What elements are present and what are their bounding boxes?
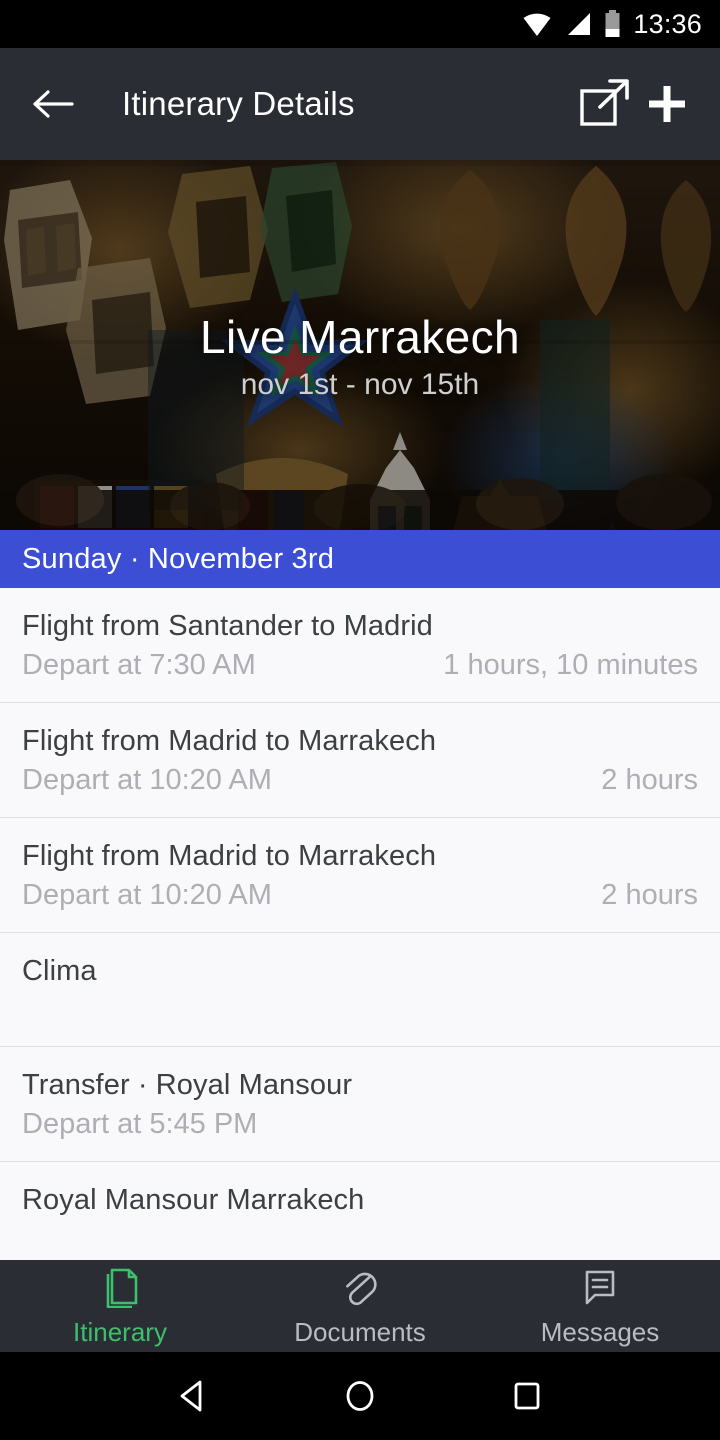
item-title: Clima — [22, 955, 97, 987]
hero-caption: Live Marrakech nov 1st - nov 15th — [0, 160, 720, 530]
tab-messages[interactable]: Messages — [480, 1264, 720, 1348]
system-back-icon[interactable] — [163, 1366, 223, 1426]
page-title: Itinerary Details — [122, 85, 355, 122]
back-button[interactable] — [22, 73, 84, 135]
list-item[interactable]: Flight from Madrid to Marrakech Depart a… — [0, 818, 720, 933]
item-title: Flight from Madrid to Marrakech — [22, 725, 437, 757]
date-section-header: Sunday · November 3rd — [0, 530, 720, 588]
tab-itinerary-label: Itinerary — [73, 1317, 167, 1347]
tab-messages-label: Messages — [540, 1317, 660, 1347]
document-icon — [100, 1264, 140, 1313]
item-meta: Depart at 7:30 AM 1 hours, 10 minutes — [22, 649, 698, 682]
wifi-icon — [522, 11, 552, 37]
chat-bubble-icon — [579, 1264, 621, 1313]
item-title: Flight from Madrid to Marrakech — [22, 840, 437, 872]
bottom-tab-bar: Itinerary Documents Messages — [0, 1260, 720, 1352]
add-button[interactable] — [636, 73, 698, 135]
tab-documents-label: Documents — [294, 1317, 426, 1347]
list-item[interactable]: Transfer · Royal Mansour Depart at 5:45 … — [0, 1047, 720, 1162]
item-title: Flight from Santander to Madrid — [22, 610, 433, 642]
tab-documents[interactable]: Documents — [240, 1264, 480, 1348]
item-duration: 1 hours, 10 minutes — [443, 649, 698, 681]
status-bar: 13:36 — [0, 0, 720, 48]
date-section-label: Sunday · November 3rd — [22, 542, 335, 575]
app-bar: Itinerary Details — [0, 48, 720, 160]
list-item[interactable]: Clima — [0, 933, 720, 1047]
battery-icon — [604, 10, 621, 38]
tab-itinerary[interactable]: Itinerary — [0, 1264, 240, 1348]
system-home-icon[interactable] — [330, 1366, 390, 1426]
app-screen: 13:36 Itinerary Details Live Marrakech n… — [0, 0, 720, 1440]
trip-hero[interactable]: Live Marrakech nov 1st - nov 15th — [0, 160, 720, 530]
list-item[interactable]: Flight from Madrid to Marrakech Depart a… — [0, 703, 720, 818]
itinerary-list: Flight from Santander to Madrid Depart a… — [0, 588, 720, 1237]
item-depart-time: Depart at 10:20 AM — [22, 879, 272, 911]
trip-title: Live Marrakech — [199, 311, 521, 363]
item-title: Transfer · Royal Mansour — [22, 1069, 353, 1101]
system-navigation-bar — [0, 1352, 720, 1440]
item-meta: Depart at 10:20 AM 2 hours — [22, 764, 698, 797]
list-item[interactable]: Flight from Santander to Madrid Depart a… — [0, 588, 720, 703]
status-bar-clock: 13:36 — [633, 8, 702, 39]
item-depart-time: Depart at 5:45 PM — [22, 1108, 258, 1140]
paperclip-icon — [340, 1264, 380, 1313]
item-title: Royal Mansour Marrakech — [22, 1184, 365, 1216]
item-depart-time: Depart at 7:30 AM — [22, 649, 256, 681]
cellular-signal-icon — [564, 11, 592, 37]
share-button[interactable] — [574, 73, 636, 135]
item-meta: Depart at 5:45 PM — [22, 1108, 698, 1141]
item-duration: 2 hours — [601, 764, 698, 796]
list-item[interactable]: Royal Mansour Marrakech — [0, 1162, 720, 1237]
item-duration: 2 hours — [601, 879, 698, 911]
trip-dates: nov 1st - nov 15th — [240, 368, 480, 401]
item-meta: Depart at 10:20 AM 2 hours — [22, 879, 698, 912]
item-depart-time: Depart at 10:20 AM — [22, 764, 272, 796]
system-recents-icon[interactable] — [497, 1366, 557, 1426]
